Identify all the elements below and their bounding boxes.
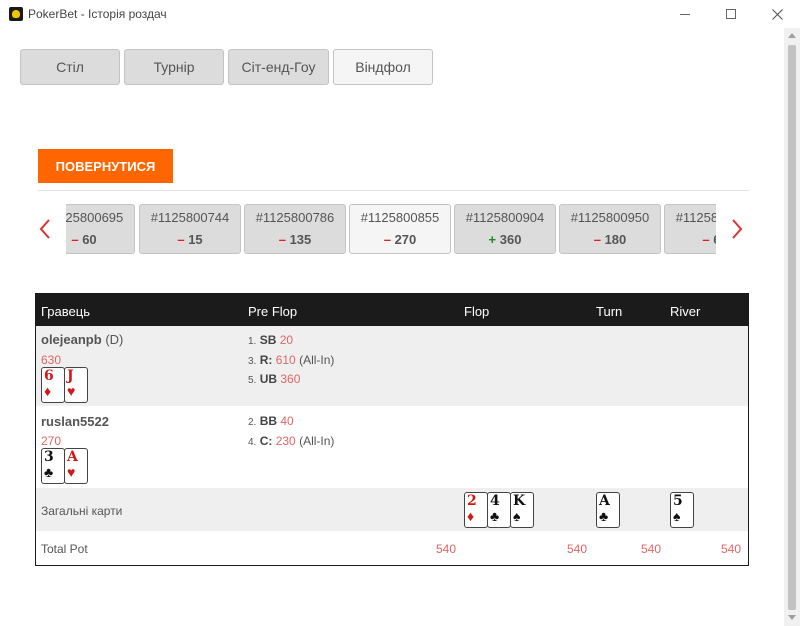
hand-card[interactable]: #1125800695 – 60 <box>66 204 135 254</box>
pot-preflop: 540 <box>436 542 457 556</box>
hand-card[interactable]: #1125800904 + 360 <box>454 204 556 254</box>
hand-card-selected[interactable]: #1125800855 – 270 <box>349 204 451 254</box>
action-line: 4. C: 230 (All-In) <box>248 434 335 448</box>
chevron-right-icon <box>732 219 743 239</box>
pot-turn: 540 <box>641 542 662 556</box>
player-stack: 630 <box>41 353 62 367</box>
back-button[interactable]: ПОВЕРНУТИСЯ <box>38 149 173 183</box>
tab-table[interactable]: Стіл <box>20 49 120 85</box>
playing-card: K ♠ <box>510 492 534 528</box>
playing-card: A ♣ <box>596 492 620 528</box>
playing-card: 4 ♣ <box>487 492 511 528</box>
hand-id: #1125800950 <box>570 210 650 225</box>
playing-card: 3 ♣ <box>41 448 65 484</box>
player-name: olejeanpb (D) <box>41 332 124 347</box>
action-line: 3. R: 610 (All-In) <box>248 353 335 367</box>
divider <box>38 190 749 191</box>
hand-id: #1125800786 <box>255 210 335 225</box>
previous-hands-button[interactable] <box>38 218 58 240</box>
scroll-down-arrow-icon[interactable] <box>788 615 796 620</box>
player-stack: 270 <box>41 434 62 448</box>
player-name: ruslan5522 <box>41 414 109 429</box>
chevron-left-icon <box>39 219 50 239</box>
hand-result: – 60 <box>702 232 716 247</box>
minimize-icon <box>680 13 690 15</box>
hand-card[interactable]: #1125800950 – 180 <box>559 204 661 254</box>
hand-history-table: Гравець Pre Flop Flop Turn River olejean… <box>35 293 749 566</box>
hand-result: – 270 <box>383 232 417 247</box>
dealer-mark: (D) <box>105 332 124 347</box>
hand-id: #1125800904 <box>465 210 545 225</box>
hand-id: #1125800996 <box>675 210 716 225</box>
flop-cards: 2 ♦ 4 ♣ K ♠ <box>464 492 534 528</box>
app-logo-icon <box>9 7 23 21</box>
scroll-up-arrow-icon[interactable] <box>788 33 796 38</box>
minimize-button[interactable] <box>662 0 708 28</box>
hand-card[interactable]: #1125800744 – 15 <box>139 204 241 254</box>
hand-result: – 135 <box>278 232 312 247</box>
hand-result: – 15 <box>177 232 203 247</box>
hole-cards: 6 ♦ J ♥ <box>41 367 88 403</box>
table-header: Гравець Pre Flop Flop Turn River <box>36 294 748 326</box>
total-pot-label: Total Pot <box>41 542 88 556</box>
playing-card: 5 ♠ <box>670 492 694 528</box>
total-pot-row: Total Pot 540 540 540 540 <box>36 531 748 565</box>
close-icon <box>771 8 783 20</box>
header-player: Гравець <box>41 304 90 319</box>
community-cards-label: Загальні карти <box>41 504 123 518</box>
action-line: 2. BB 40 <box>248 414 294 428</box>
playing-card: 6 ♦ <box>41 367 65 403</box>
vertical-scrollbar[interactable] <box>784 28 800 626</box>
action-line: 5. UB 360 <box>248 372 301 386</box>
hand-history-window: PokerBet - Історія роздач Стіл Турнір Сі… <box>0 0 800 626</box>
hand-id: #1125800695 <box>66 210 124 225</box>
hand-result: – 60 <box>71 232 97 247</box>
maximize-button[interactable] <box>708 0 754 28</box>
scroll-thumb[interactable] <box>788 45 796 610</box>
title-bar: PokerBet - Історія роздач <box>0 0 800 28</box>
playing-card: A ♥ <box>64 448 88 484</box>
pot-river: 540 <box>721 542 742 556</box>
next-hands-button[interactable] <box>730 218 750 240</box>
window-title: PokerBet - Історія роздач <box>28 7 167 21</box>
tab-windfall[interactable]: Віндфол <box>333 49 433 85</box>
hand-card[interactable]: #1125800786 – 135 <box>244 204 346 254</box>
tab-tournament[interactable]: Турнір <box>124 49 224 85</box>
header-preflop: Pre Flop <box>248 304 298 319</box>
community-cards-row: Загальні карти 2 ♦ 4 ♣ K ♠ A ♣ 5 ♠ <box>36 488 748 531</box>
playing-card: 2 ♦ <box>464 492 488 528</box>
hand-carousel: #1125800695 – 60 #1125800744 – 15 #11258… <box>66 204 716 254</box>
playing-card: J ♥ <box>64 367 88 403</box>
river-card: 5 ♠ <box>670 492 694 528</box>
player-row: ruslan5522 270 3 ♣ A ♥ 2. BB 40 4. C: 230 … <box>36 406 748 488</box>
header-turn: Turn <box>596 304 623 319</box>
hand-card[interactable]: #1125800996 – 60 <box>664 204 716 254</box>
hand-result: – 180 <box>593 232 627 247</box>
header-river: River <box>670 304 701 319</box>
maximize-icon <box>726 9 736 19</box>
hand-result: + 360 <box>488 232 522 247</box>
hand-id: #1125800744 <box>150 210 230 225</box>
action-line: 1. SB 20 <box>248 333 294 347</box>
hole-cards: 3 ♣ A ♥ <box>41 448 88 484</box>
close-button[interactable] <box>754 0 800 28</box>
hand-id: #1125800855 <box>360 210 440 225</box>
pot-flop: 540 <box>567 542 588 556</box>
player-row: olejeanpb (D) 630 6 ♦ J ♥ 1. SB 20 3. R: 6… <box>36 326 748 406</box>
tab-sit-and-go[interactable]: Сіт-енд-Гоу <box>228 49 329 85</box>
header-flop: Flop <box>464 304 490 319</box>
turn-card: A ♣ <box>596 492 620 528</box>
